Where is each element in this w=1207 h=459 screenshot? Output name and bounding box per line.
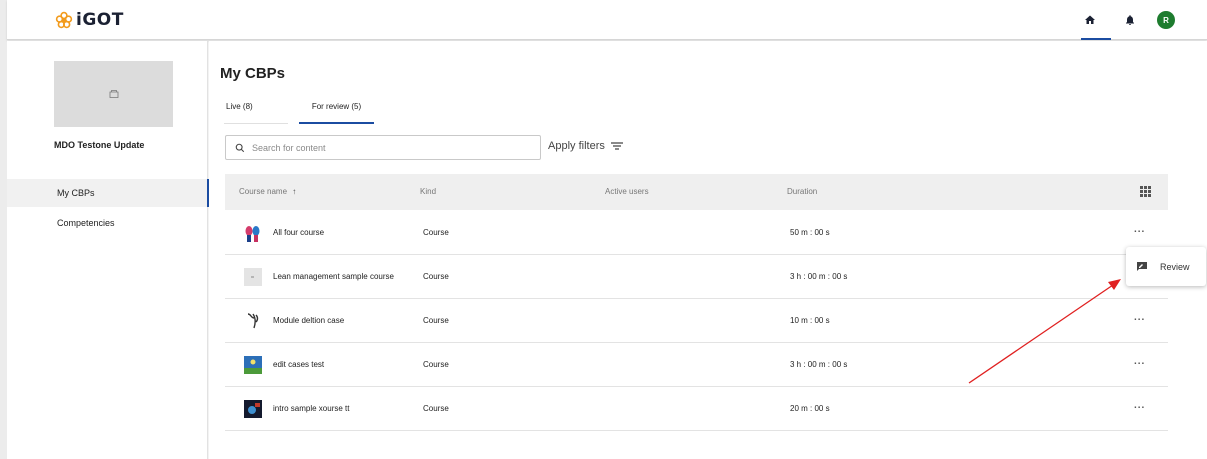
course-thumbnail xyxy=(244,268,262,286)
tab-for-review[interactable]: For review (5) xyxy=(299,102,374,124)
table-row[interactable]: Lean management sample course Course 3 h… xyxy=(225,255,1168,299)
course-name[interactable]: edit cases test xyxy=(273,360,324,369)
home-icon[interactable] xyxy=(1081,11,1099,29)
flower-logo-icon xyxy=(55,11,73,29)
apply-filters-button[interactable]: Apply filters xyxy=(548,140,623,152)
table-row[interactable]: All four course Course 50 m : 00 s ... xyxy=(225,211,1168,255)
sidebar: MDO Testone Update My CBPs Competencies xyxy=(7,41,209,459)
image-placeholder-icon xyxy=(109,90,118,98)
row-actions-menu: Review xyxy=(1126,247,1206,286)
page-title: My CBPs xyxy=(220,65,286,82)
course-kind: Course xyxy=(423,272,449,281)
course-thumbnail xyxy=(244,356,262,374)
course-duration: 3 h : 00 m : 00 s xyxy=(790,272,848,281)
column-header-label: Course name xyxy=(239,187,288,196)
bell-icon[interactable] xyxy=(1121,11,1139,29)
logo-text: iGOT xyxy=(76,10,124,30)
course-duration: 3 h : 00 m : 00 s xyxy=(790,360,848,369)
course-name[interactable]: intro sample xourse tt xyxy=(273,404,349,413)
igot-logo[interactable]: iGOT xyxy=(55,10,124,30)
table-header: Course name ↑ Kind Active users Duration xyxy=(225,174,1168,210)
course-kind: Course xyxy=(423,360,449,369)
search-icon xyxy=(235,143,245,152)
review-menu-label: Review xyxy=(1160,261,1190,272)
column-header-kind: Kind xyxy=(420,187,437,196)
org-name: MDO Testone Update xyxy=(54,140,145,150)
rate-review-icon xyxy=(1137,262,1147,271)
sidebar-item-my-cbps[interactable]: My CBPs xyxy=(7,179,209,207)
column-header-course-name[interactable]: Course name ↑ xyxy=(239,187,296,196)
more-options-icon[interactable]: ... xyxy=(1134,400,1145,411)
more-options-icon[interactable]: ... xyxy=(1134,312,1145,323)
sort-arrow-icon: ↑ xyxy=(292,187,297,196)
course-thumbnail xyxy=(244,400,262,418)
sidebar-item-label: My CBPs xyxy=(57,188,95,198)
top-header: iGOT R xyxy=(7,0,1207,40)
course-name[interactable]: Lean management sample course xyxy=(273,272,394,281)
course-kind: Course xyxy=(423,228,449,237)
course-duration: 50 m : 00 s xyxy=(790,228,830,237)
apply-filters-label: Apply filters xyxy=(548,140,605,152)
avatar[interactable]: R xyxy=(1157,11,1175,29)
more-options-icon[interactable]: ... xyxy=(1134,356,1145,367)
search-box xyxy=(225,135,541,160)
sidebar-item-competencies[interactable]: Competencies xyxy=(7,209,208,237)
filter-icon xyxy=(610,142,623,150)
column-header-active-users: Active users xyxy=(605,187,649,196)
sidebar-item-label: Competencies xyxy=(57,218,115,228)
course-kind: Course xyxy=(423,404,449,413)
course-kind: Course xyxy=(423,316,449,325)
org-thumbnail xyxy=(54,61,173,127)
window-edge xyxy=(0,0,7,459)
main-content: My CBPs Live (8) For review (5) Apply fi… xyxy=(209,41,1207,459)
search-input[interactable] xyxy=(252,142,512,153)
review-menu-item[interactable]: Review xyxy=(1136,261,1190,272)
table-row[interactable]: edit cases test Course 3 h : 00 m : 00 s… xyxy=(225,343,1168,387)
course-thumbnail xyxy=(247,313,259,329)
course-duration: 20 m : 00 s xyxy=(790,404,830,413)
tab-live[interactable]: Live (8) xyxy=(224,102,288,124)
column-settings-grid-icon[interactable] xyxy=(1140,186,1151,197)
page: iGOT R MDO Testone Update My CBPs Compet… xyxy=(0,0,1207,459)
course-name[interactable]: Module deltion case xyxy=(273,316,344,325)
more-options-icon[interactable]: ... xyxy=(1134,224,1145,235)
table-row[interactable]: Module deltion case Course 10 m : 00 s .… xyxy=(225,299,1168,343)
course-name[interactable]: All four course xyxy=(273,228,324,237)
course-duration: 10 m : 00 s xyxy=(790,316,830,325)
table-row[interactable]: intro sample xourse tt Course 20 m : 00 … xyxy=(225,387,1168,431)
column-header-duration: Duration xyxy=(787,187,818,196)
course-thumbnail xyxy=(245,226,260,242)
home-active-indicator xyxy=(1081,38,1111,40)
